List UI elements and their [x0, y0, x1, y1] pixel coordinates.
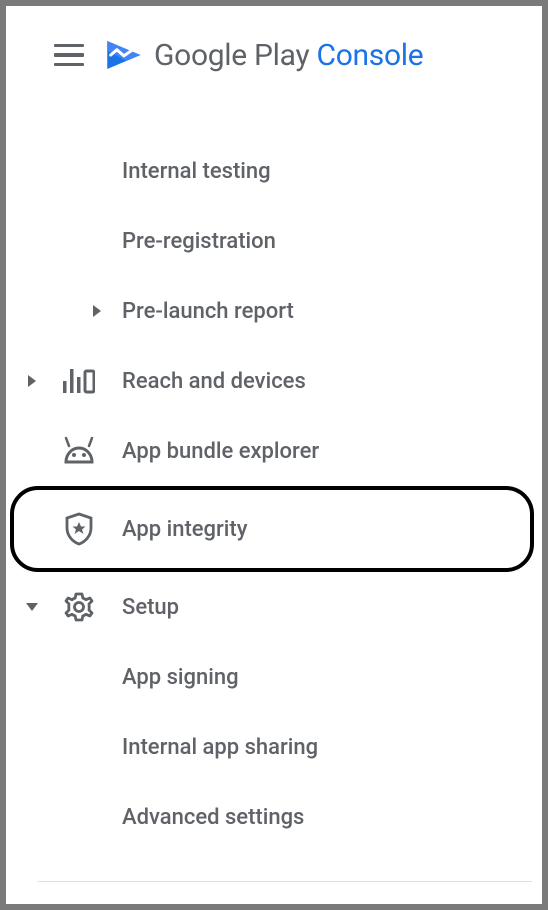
- shield-icon: [64, 512, 94, 546]
- sidebar-item-label: Internal testing: [110, 159, 271, 184]
- triangle-right-icon: [28, 375, 36, 387]
- sidebar-item-reach-and-devices[interactable]: Reach and devices: [6, 346, 542, 416]
- sidebar-item-pre-launch-report[interactable]: Pre-launch report: [6, 276, 542, 346]
- app-frame: Google Play Console Internal testing Pre…: [6, 6, 542, 904]
- sidebar-item-label: App integrity: [110, 517, 248, 542]
- android-icon: [63, 436, 95, 466]
- sidebar-item-label: Internal app sharing: [110, 735, 318, 760]
- sidebar-nav: Internal testing Pre-registration Pre-la…: [6, 76, 542, 852]
- sidebar-item-label: Pre-launch report: [110, 299, 294, 324]
- header: Google Play Console: [6, 6, 542, 76]
- gear-icon: [63, 591, 95, 623]
- sidebar-item-label: Advanced settings: [110, 805, 304, 830]
- sidebar-item-advanced-settings[interactable]: Advanced settings: [6, 782, 542, 852]
- sidebar-item-label: Reach and devices: [110, 369, 306, 394]
- play-console-icon: [102, 34, 144, 76]
- sidebar-item-label: App signing: [110, 665, 239, 690]
- brand-prefix: Google Play: [154, 38, 317, 73]
- logo[interactable]: Google Play Console: [102, 34, 423, 76]
- divider: [38, 881, 532, 882]
- sidebar-item-label: Pre-registration: [110, 229, 276, 254]
- sidebar-item-internal-app-sharing[interactable]: Internal app sharing: [6, 712, 542, 782]
- sidebar-item-pre-registration[interactable]: Pre-registration: [6, 206, 542, 276]
- sidebar-item-label: App bundle explorer: [110, 439, 319, 464]
- logo-text: Google Play Console: [154, 38, 423, 73]
- triangle-right-icon: [93, 305, 101, 317]
- sidebar-item-app-signing[interactable]: App signing: [6, 642, 542, 712]
- bar-device-icon: [63, 367, 95, 395]
- sidebar-item-internal-testing[interactable]: Internal testing: [6, 136, 542, 206]
- menu-icon[interactable]: [54, 44, 84, 67]
- sidebar-item-app-integrity[interactable]: App integrity: [6, 494, 542, 564]
- sidebar-item-setup[interactable]: Setup: [6, 572, 542, 642]
- brand-suffix: Console: [317, 38, 424, 73]
- sidebar-item-label: Setup: [110, 595, 179, 620]
- sidebar-item-app-bundle-explorer[interactable]: App bundle explorer: [6, 416, 542, 486]
- triangle-down-icon: [26, 603, 38, 611]
